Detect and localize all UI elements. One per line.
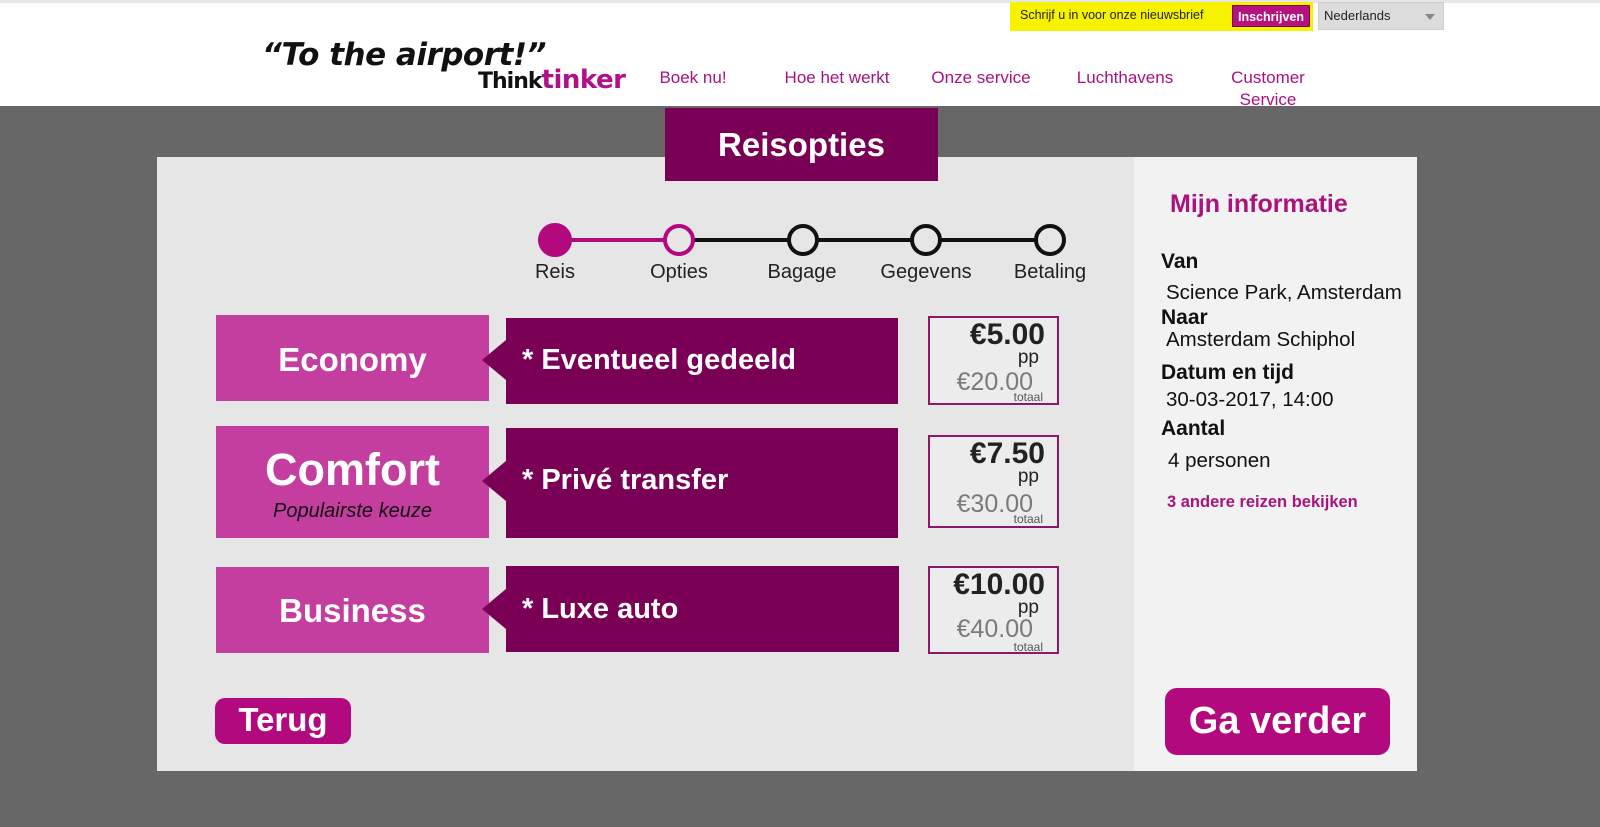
step-label-opties: Opties bbox=[650, 261, 708, 283]
newsletter-subscribe-button[interactable]: Inschrijven bbox=[1232, 5, 1310, 27]
step-label-reis: Reis bbox=[534, 261, 575, 283]
chevron-down-icon bbox=[1425, 14, 1435, 20]
price-pp-unit: pp bbox=[1017, 466, 1039, 487]
option-comfort-description[interactable]: * Privé transfer bbox=[506, 428, 898, 538]
option-arrow bbox=[482, 340, 506, 380]
option-economy-price[interactable]: €5.00 pp €20.00 totaal bbox=[928, 316, 1059, 405]
info-from-value: Science Park, Amsterdam bbox=[1166, 281, 1402, 304]
price-pp-unit: pp bbox=[1017, 347, 1039, 368]
option-economy-description[interactable]: * Eventueel gedeeld bbox=[506, 318, 898, 404]
info-datetime-value: 30-03-2017, 14:00 bbox=[1166, 388, 1334, 411]
logo-tinker: tinker bbox=[541, 65, 626, 95]
price-total-unit: totaal bbox=[1013, 640, 1043, 654]
nav-customer-service[interactable]: Customer Service bbox=[1218, 67, 1318, 111]
option-name: Comfort bbox=[265, 444, 440, 495]
back-button[interactable]: Terug bbox=[215, 698, 351, 744]
language-value: Nederlands bbox=[1324, 8, 1391, 23]
language-select[interactable]: Nederlands bbox=[1318, 2, 1444, 30]
newsletter-text: Schrijf u in voor onze nieuwsbrief bbox=[1020, 8, 1204, 22]
option-business-description[interactable]: * Luxe auto bbox=[506, 566, 899, 652]
option-desc: * Luxe auto bbox=[522, 593, 679, 625]
info-count-label: Aantal bbox=[1161, 417, 1226, 440]
continue-button[interactable]: Ga verder bbox=[1165, 688, 1390, 755]
option-comfort-price[interactable]: €7.50 pp €30.00 totaal bbox=[928, 435, 1059, 528]
option-subtitle: Populairste keuze bbox=[273, 500, 432, 522]
option-name: Business bbox=[279, 592, 426, 629]
option-business-price[interactable]: €10.00 pp €40.00 totaal bbox=[928, 566, 1059, 654]
price-total-unit: totaal bbox=[1013, 512, 1043, 526]
info-to-label: Naar bbox=[1161, 306, 1208, 329]
info-to-value: Amsterdam Schiphol bbox=[1166, 328, 1356, 351]
option-business-button[interactable]: Business bbox=[216, 567, 489, 653]
option-desc: * Eventueel gedeeld bbox=[522, 344, 796, 376]
info-title: Mijn informatie bbox=[1170, 190, 1348, 218]
step-label-gegevens: Gegevens bbox=[880, 261, 972, 283]
option-desc: * Privé transfer bbox=[522, 464, 729, 496]
info-count-value: 4 personen bbox=[1168, 449, 1271, 472]
price-total-unit: totaal bbox=[1013, 390, 1043, 404]
option-arrow bbox=[482, 589, 506, 629]
nav-luchthavens[interactable]: Luchthavens bbox=[1066, 67, 1184, 89]
option-name: Economy bbox=[278, 341, 427, 378]
step-label-betaling: Betaling bbox=[1013, 261, 1087, 283]
option-economy-button[interactable]: Economy bbox=[216, 315, 489, 401]
nav-hoe-het-werkt[interactable]: Hoe het werkt bbox=[774, 67, 900, 89]
logo[interactable]: “To the airport!” Thinktinker bbox=[262, 37, 626, 99]
info-datetime-label: Datum en tijd bbox=[1161, 361, 1295, 384]
nav-onze-service[interactable]: Onze service bbox=[923, 67, 1039, 89]
option-arrow bbox=[482, 461, 506, 501]
page-title-box: Reisopties bbox=[665, 108, 938, 181]
other-trips-link[interactable]: 3 andere reizen bekijken bbox=[1167, 493, 1358, 512]
page-title: Reisopties bbox=[718, 126, 885, 163]
logo-think: Think bbox=[478, 69, 543, 94]
option-comfort-button[interactable]: Comfort Populairste keuze bbox=[216, 426, 489, 538]
step-label-bagage: Bagage bbox=[767, 261, 837, 283]
logo-brand: Thinktinker bbox=[478, 65, 626, 95]
info-from-label: Van bbox=[1161, 250, 1199, 273]
nav-boek-nu[interactable]: Boek nu! bbox=[650, 67, 736, 89]
